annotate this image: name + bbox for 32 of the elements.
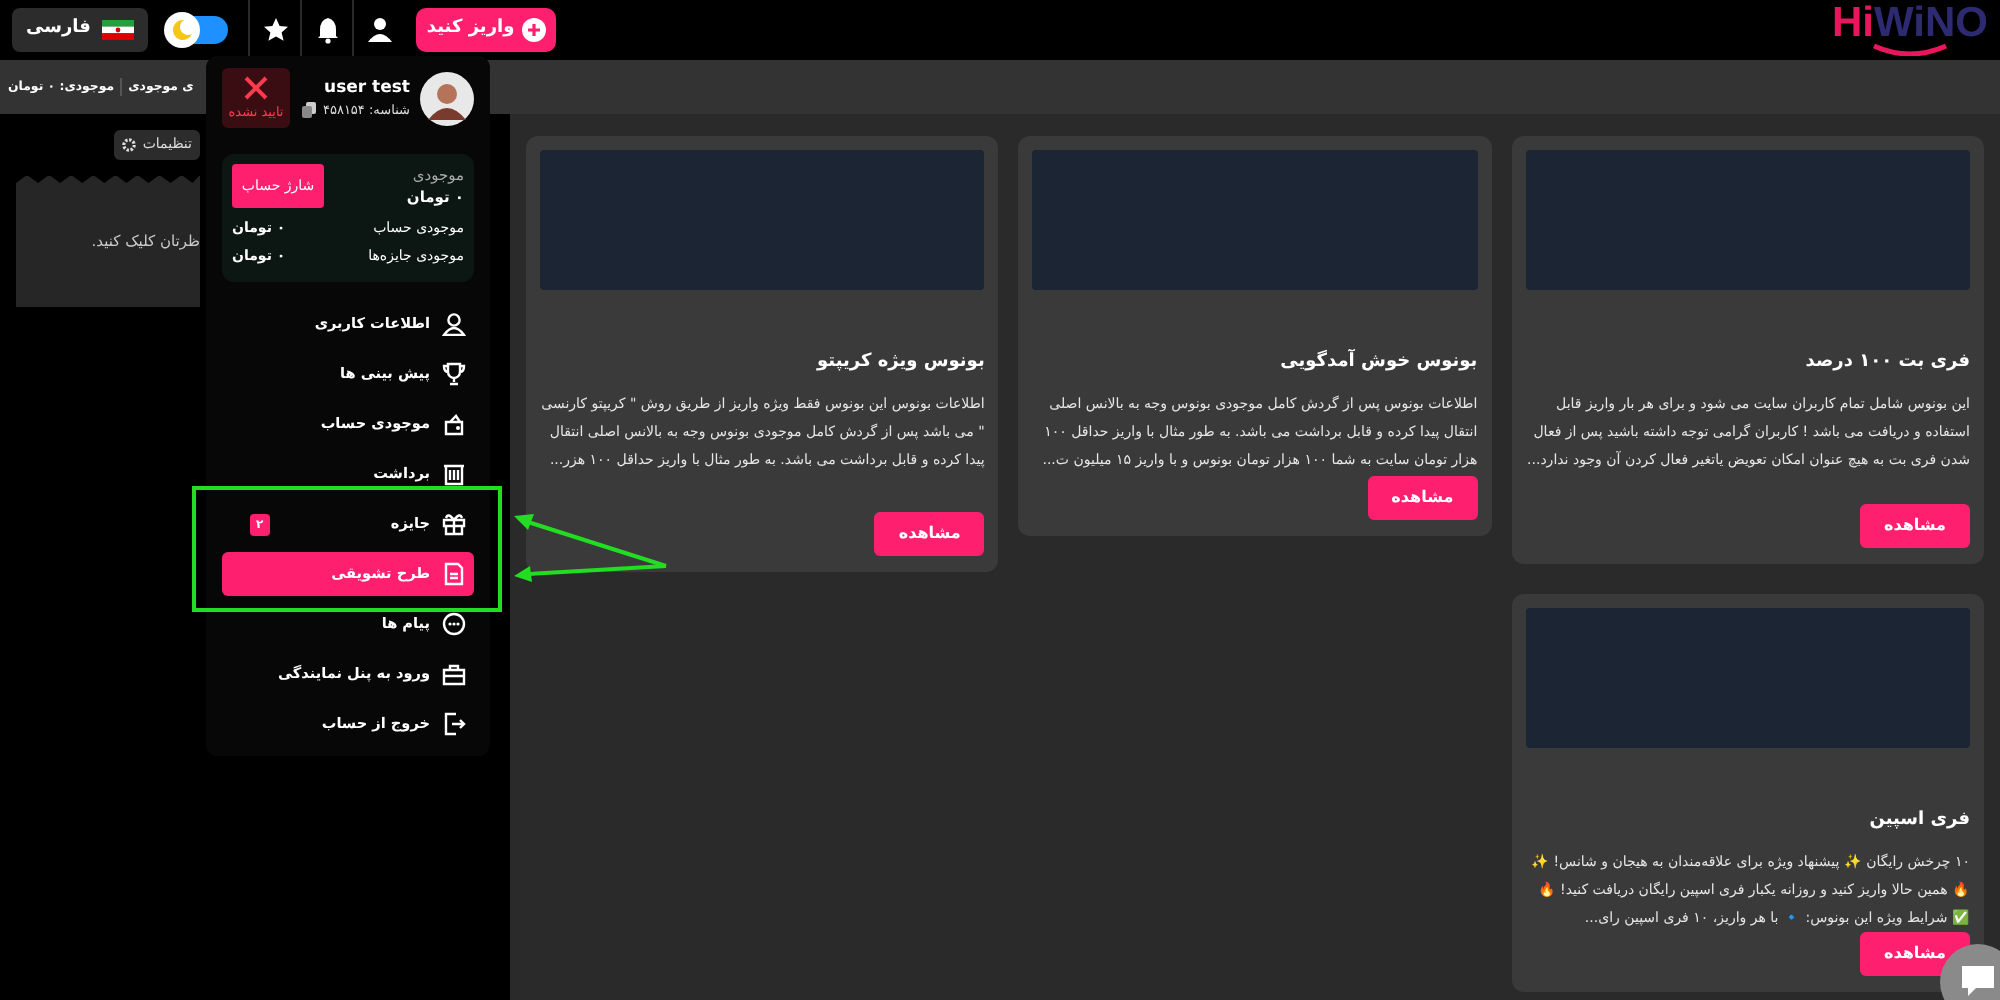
chat-icon [1958, 964, 1998, 1000]
smile-icon [1870, 44, 1951, 56]
star-icon [261, 16, 290, 44]
close-icon [242, 73, 270, 102]
card-title: فری اسپین [1867, 808, 1970, 834]
briefcase-icon [442, 662, 466, 686]
chat-icon [442, 612, 466, 636]
flag-icon [102, 20, 135, 40]
user-icon [365, 16, 394, 44]
theme-toggle[interactable] [164, 12, 233, 48]
document-icon [442, 562, 466, 586]
avatar [420, 71, 474, 125]
card-title: بونوس خوش آمدگویی [1278, 350, 1478, 376]
gift-icon [442, 512, 466, 536]
view-button[interactable]: مشاهده [1367, 476, 1478, 520]
trash-icon [442, 462, 466, 486]
language-button[interactable]: فارسی [12, 8, 149, 52]
username: user test [322, 75, 410, 101]
plus-icon [522, 18, 547, 42]
card-title: فری بت ۱۰۰ درصد [1803, 350, 1970, 376]
view-button[interactable]: مشاهده [1860, 504, 1970, 548]
wallet-icon [442, 412, 466, 436]
logo[interactable]: HiWiNO [1832, 4, 1988, 44]
copy-icon [302, 102, 317, 119]
card-title: بونوس ویژه کریپتو [814, 350, 985, 376]
gear-icon [122, 137, 137, 152]
view-button[interactable]: مشاهده [874, 512, 985, 556]
user-icon [442, 312, 466, 336]
deposit-button[interactable]: واریز کنید [416, 8, 557, 52]
trophy-icon [442, 362, 466, 386]
bell-icon [313, 16, 342, 44]
logout-icon [442, 712, 466, 736]
